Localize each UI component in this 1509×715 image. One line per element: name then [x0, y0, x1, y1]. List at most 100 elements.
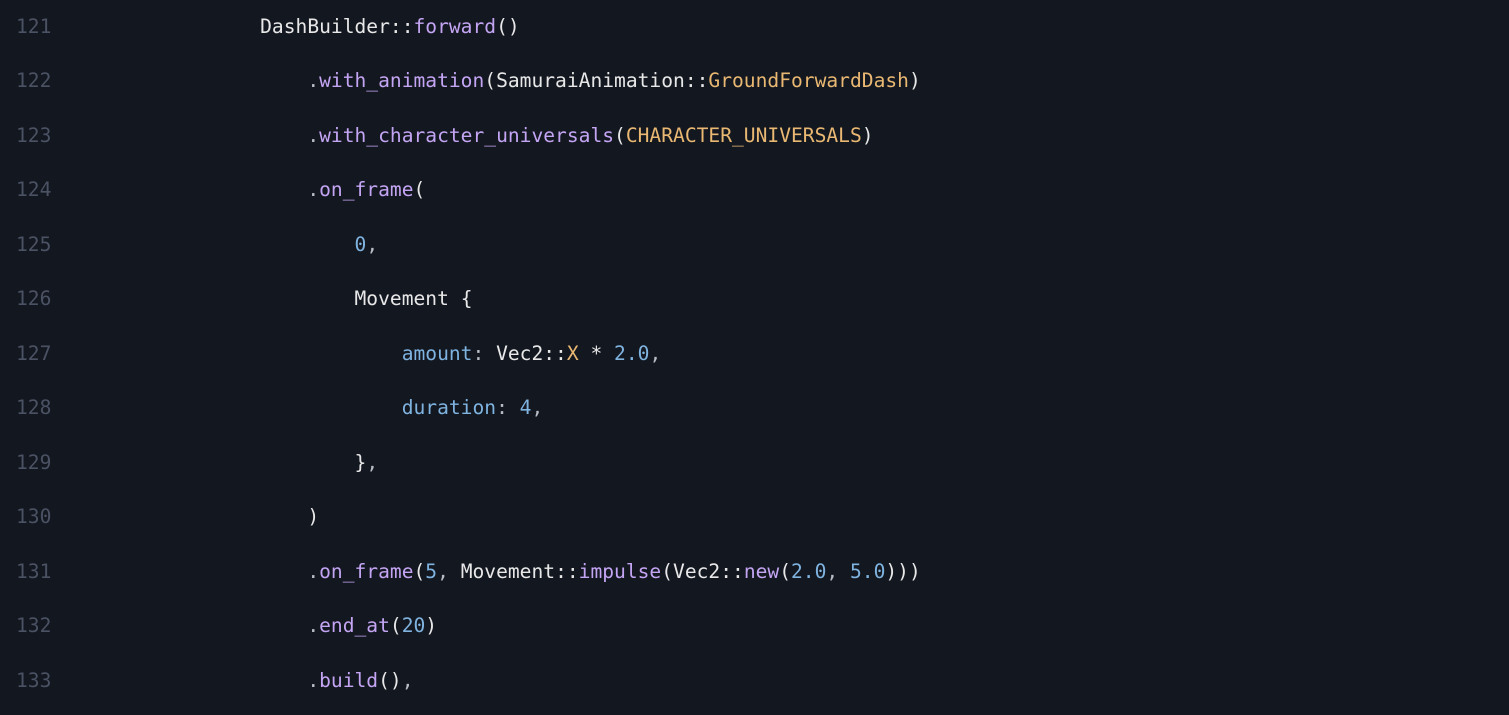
code-token: with_character_universals — [319, 124, 614, 147]
code-token: Movement — [461, 560, 555, 583]
code-token: SamuraiAnimation — [496, 69, 685, 92]
code-token — [484, 342, 496, 365]
code-line[interactable]: 0, — [71, 218, 1509, 272]
code-token: , — [366, 233, 378, 256]
code-token: build — [319, 669, 378, 692]
code-token: 4 — [520, 396, 532, 419]
code-token: with_animation — [319, 69, 484, 92]
code-token — [449, 560, 461, 583]
line-number: 130 — [16, 490, 51, 544]
line-number: 126 — [16, 272, 51, 326]
code-line[interactable]: amount: Vec2::X * 2.0, — [71, 327, 1509, 381]
code-token — [71, 396, 401, 419]
code-token — [71, 614, 307, 637]
code-token — [71, 560, 307, 583]
line-number-gutter: 121122123124125126127128129130131132133 — [0, 0, 71, 715]
code-token: :: — [720, 560, 744, 583]
code-token: . — [307, 560, 319, 583]
code-token — [71, 451, 354, 474]
code-line[interactable]: .with_character_universals(CHARACTER_UNI… — [71, 109, 1509, 163]
code-token: ( — [390, 614, 402, 637]
code-token: amount — [402, 342, 473, 365]
code-token: Vec2 — [496, 342, 543, 365]
code-line[interactable]: duration: 4, — [71, 381, 1509, 435]
code-line[interactable]: .on_frame(5, Movement::impulse(Vec2::new… — [71, 545, 1509, 599]
code-token: on_frame — [319, 178, 413, 201]
code-line[interactable]: .on_frame( — [71, 163, 1509, 217]
line-number: 122 — [16, 54, 51, 108]
code-token: 5.0 — [850, 560, 885, 583]
code-token: . — [307, 614, 319, 637]
code-token: ( — [614, 124, 626, 147]
code-token: 2.0 — [614, 342, 649, 365]
code-line[interactable]: ) — [71, 490, 1509, 544]
code-token: , — [437, 560, 449, 583]
code-token: :: — [555, 560, 579, 583]
code-content[interactable]: DashBuilder::forward() .with_animation(S… — [71, 0, 1509, 715]
code-token — [71, 669, 307, 692]
line-number: 123 — [16, 109, 51, 163]
code-token: . — [307, 669, 319, 692]
line-number: 121 — [16, 0, 51, 54]
code-token: . — [307, 124, 319, 147]
code-token: ) — [862, 124, 874, 147]
code-token: , — [826, 560, 838, 583]
code-token: duration — [402, 396, 496, 419]
code-token — [71, 69, 307, 92]
code-token: end_at — [319, 614, 390, 637]
code-line[interactable]: }, — [71, 436, 1509, 490]
code-token: : — [472, 342, 484, 365]
code-token: ( — [484, 69, 496, 92]
line-number: 132 — [16, 599, 51, 653]
code-token: ))) — [885, 560, 920, 583]
code-token: * — [579, 342, 614, 365]
code-editor: 121122123124125126127128129130131132133 … — [0, 0, 1509, 715]
code-token: ) — [909, 69, 921, 92]
line-number: 129 — [16, 436, 51, 490]
code-token: Movement — [355, 287, 449, 310]
code-token: . — [307, 178, 319, 201]
code-token — [508, 396, 520, 419]
code-line[interactable]: Movement { — [71, 272, 1509, 326]
code-token — [71, 505, 307, 528]
code-token: , — [366, 451, 378, 474]
code-line[interactable]: .with_animation(SamuraiAnimation::Ground… — [71, 54, 1509, 108]
code-token: Vec2 — [673, 560, 720, 583]
line-number: 128 — [16, 381, 51, 435]
code-token: DashBuilder — [260, 15, 390, 38]
code-token: , — [649, 342, 661, 365]
code-token — [449, 287, 461, 310]
code-token: , — [531, 396, 543, 419]
code-token: X — [567, 342, 579, 365]
code-token: :: — [543, 342, 567, 365]
code-token: :: — [390, 15, 414, 38]
code-token: ( — [661, 560, 673, 583]
code-token: 0 — [355, 233, 367, 256]
code-token: . — [307, 69, 319, 92]
code-token: ( — [414, 560, 426, 583]
line-number: 127 — [16, 327, 51, 381]
code-token: , — [402, 669, 414, 692]
code-token: : — [496, 396, 508, 419]
code-token — [838, 560, 850, 583]
code-token: ( — [414, 178, 426, 201]
code-token: () — [496, 15, 520, 38]
code-token: } — [355, 451, 367, 474]
code-token — [71, 178, 307, 201]
code-token: ( — [779, 560, 791, 583]
code-token — [71, 287, 354, 310]
code-token: { — [461, 287, 473, 310]
code-token: :: — [685, 69, 709, 92]
line-number: 125 — [16, 218, 51, 272]
code-token: ) — [307, 505, 319, 528]
code-token — [71, 233, 354, 256]
code-line[interactable]: .build(), — [71, 654, 1509, 708]
code-token: 5 — [425, 560, 437, 583]
line-number: 124 — [16, 163, 51, 217]
code-line[interactable]: DashBuilder::forward() — [71, 0, 1509, 54]
code-line[interactable]: .end_at(20) — [71, 599, 1509, 653]
code-token: CHARACTER_UNIVERSALS — [626, 124, 862, 147]
code-token: 2.0 — [791, 560, 826, 583]
code-token: () — [378, 669, 402, 692]
code-token: new — [744, 560, 779, 583]
